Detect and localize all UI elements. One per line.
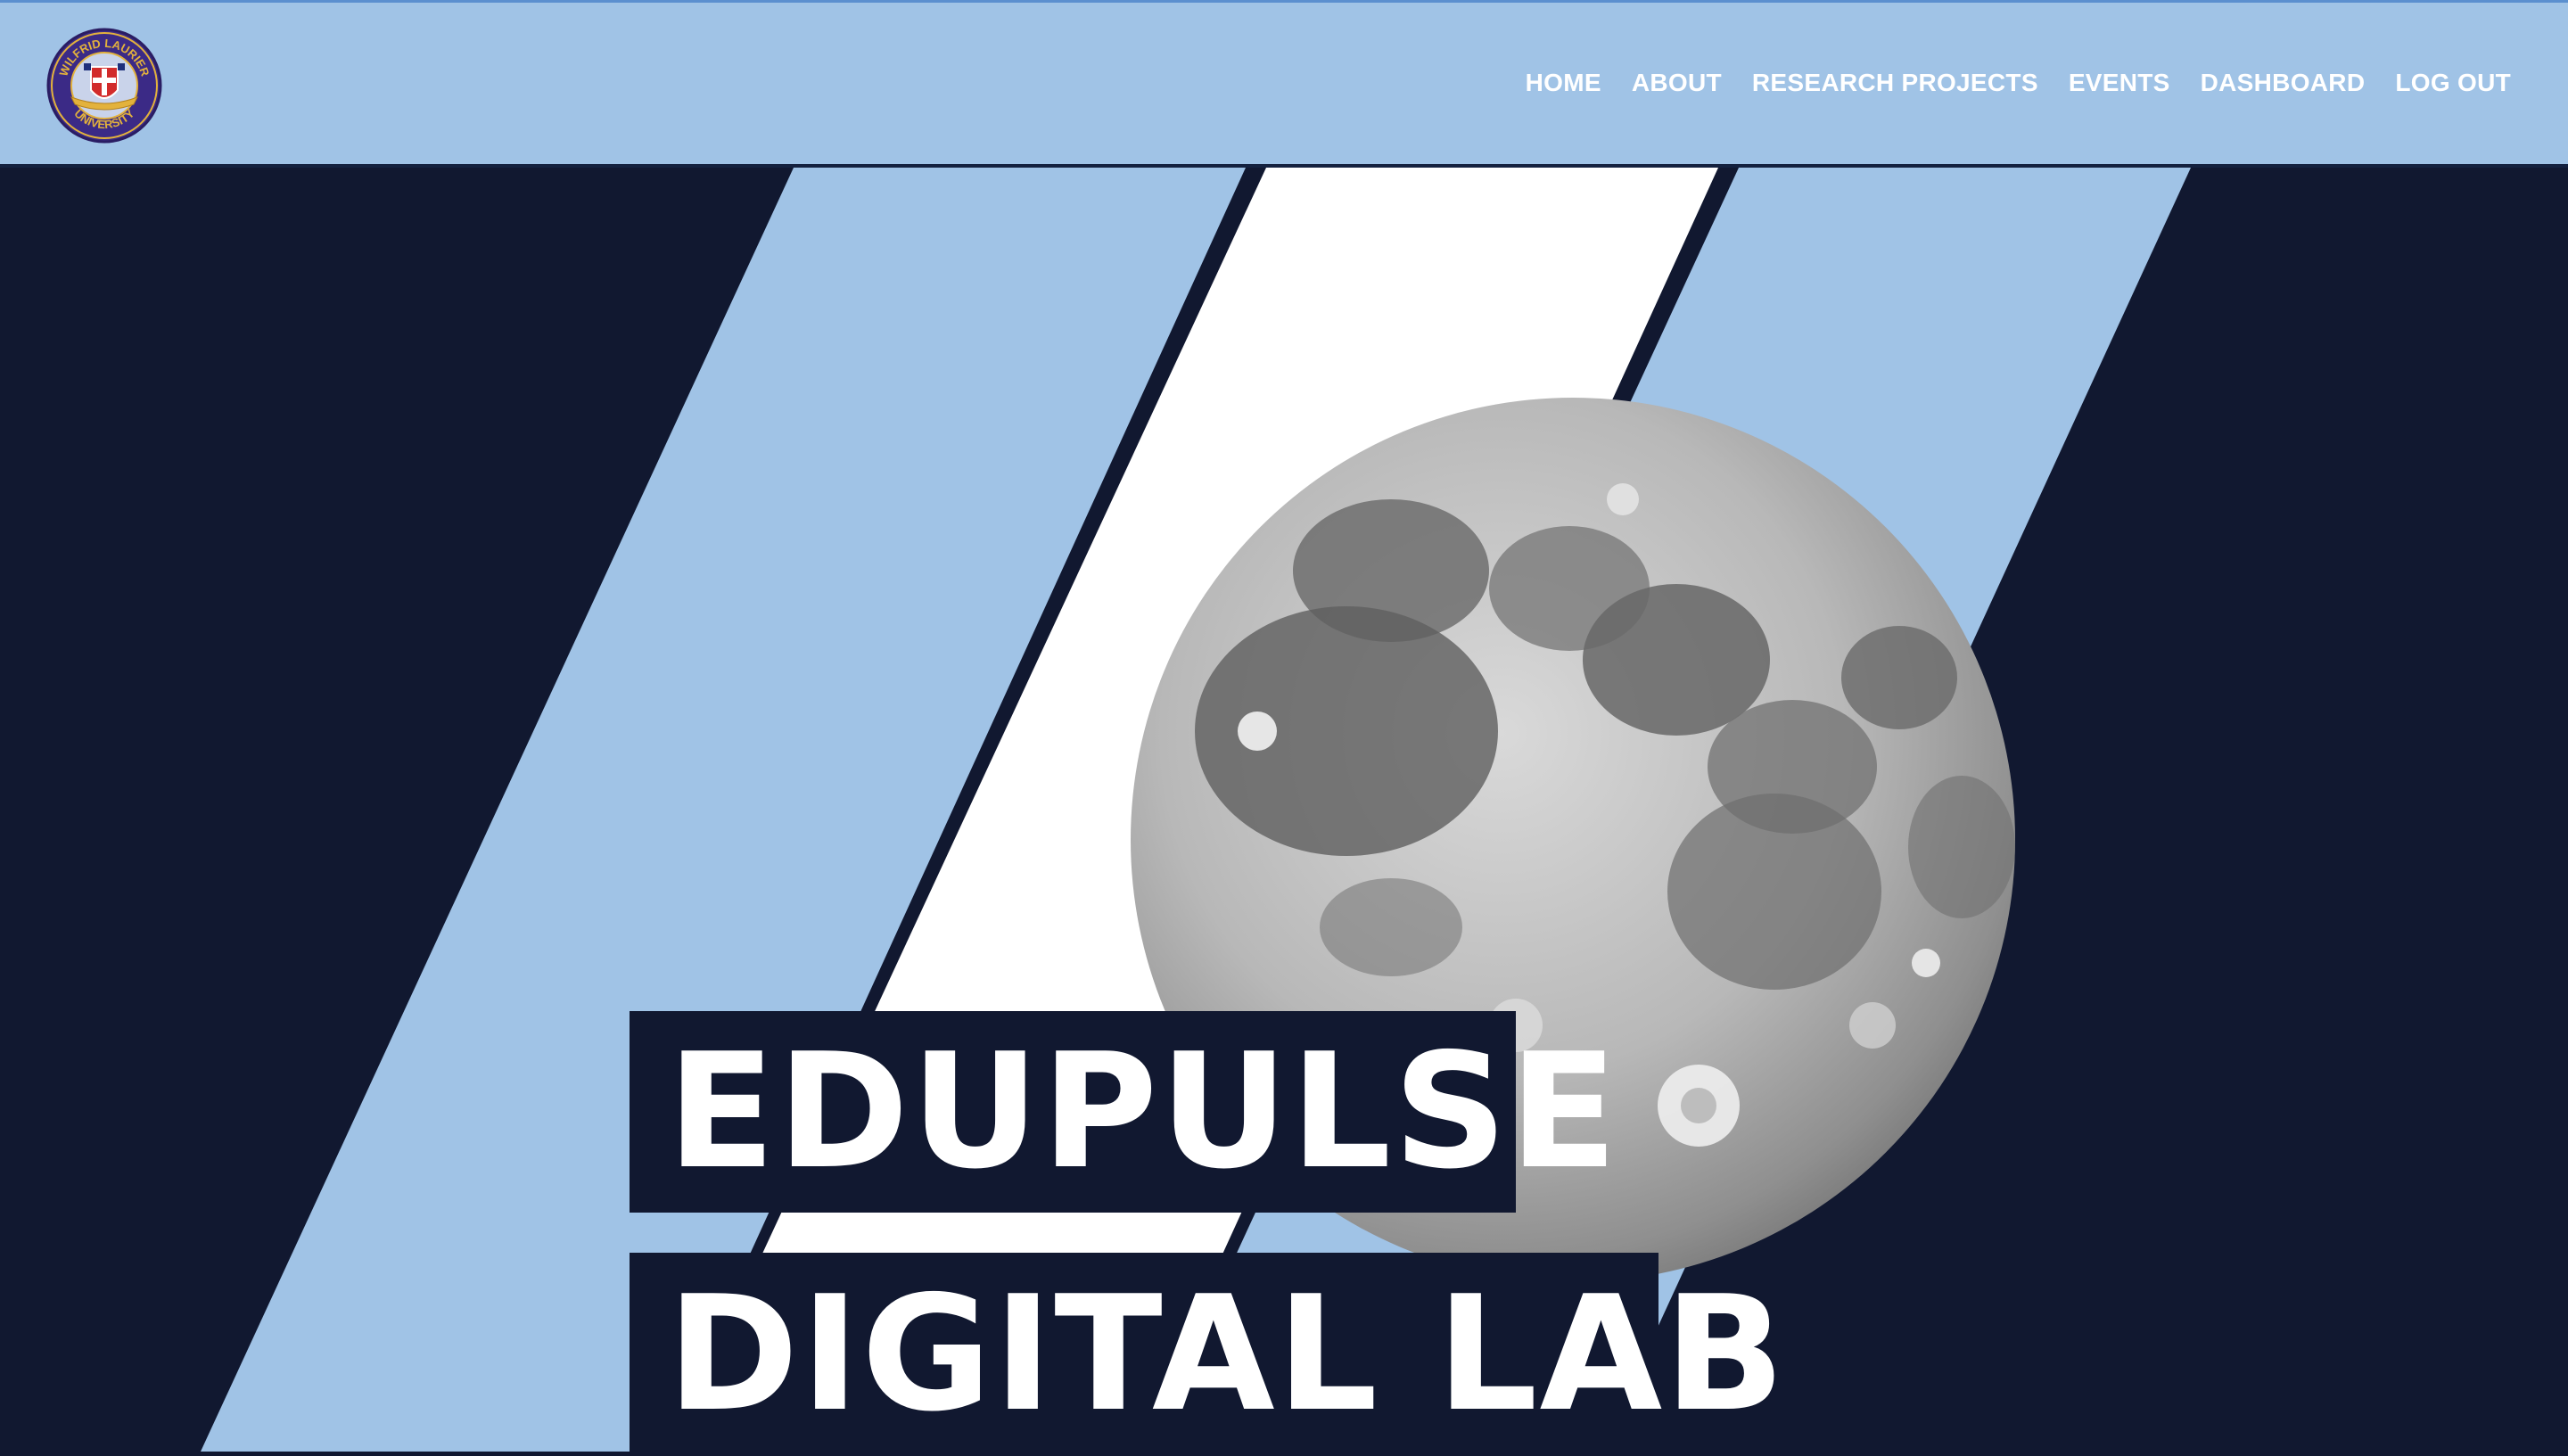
nav-research-projects[interactable]: RESEARCH PROJECTS — [1752, 69, 2038, 97]
hero-title-text-1: EDUPULSE — [667, 1019, 1620, 1204]
nav-home[interactable]: HOME — [1526, 69, 1601, 97]
nav-events[interactable]: EVENTS — [2069, 69, 2170, 97]
nav-dashboard[interactable]: DASHBOARD — [2201, 69, 2366, 97]
main-nav: HOME ABOUT RESEARCH PROJECTS EVENTS DASH… — [1526, 0, 2511, 167]
hero-section: EDUPULSE DIGITAL LAB — [0, 168, 2568, 1456]
hero-title-line-1: EDUPULSE — [630, 1011, 1617, 1213]
hero-title-text-2: DIGITAL LAB — [667, 1262, 1787, 1446]
site-header: WILFRID LAURIER UNIVERSITY HOME ABOUT RE… — [0, 0, 2568, 168]
hero-title-line-2: DIGITAL LAB — [630, 1253, 1785, 1456]
nav-about[interactable]: ABOUT — [1632, 69, 1722, 97]
nav-log-out[interactable]: LOG OUT — [2395, 69, 2511, 97]
university-seal-icon[interactable]: WILFRID LAURIER UNIVERSITY — [46, 28, 162, 144]
